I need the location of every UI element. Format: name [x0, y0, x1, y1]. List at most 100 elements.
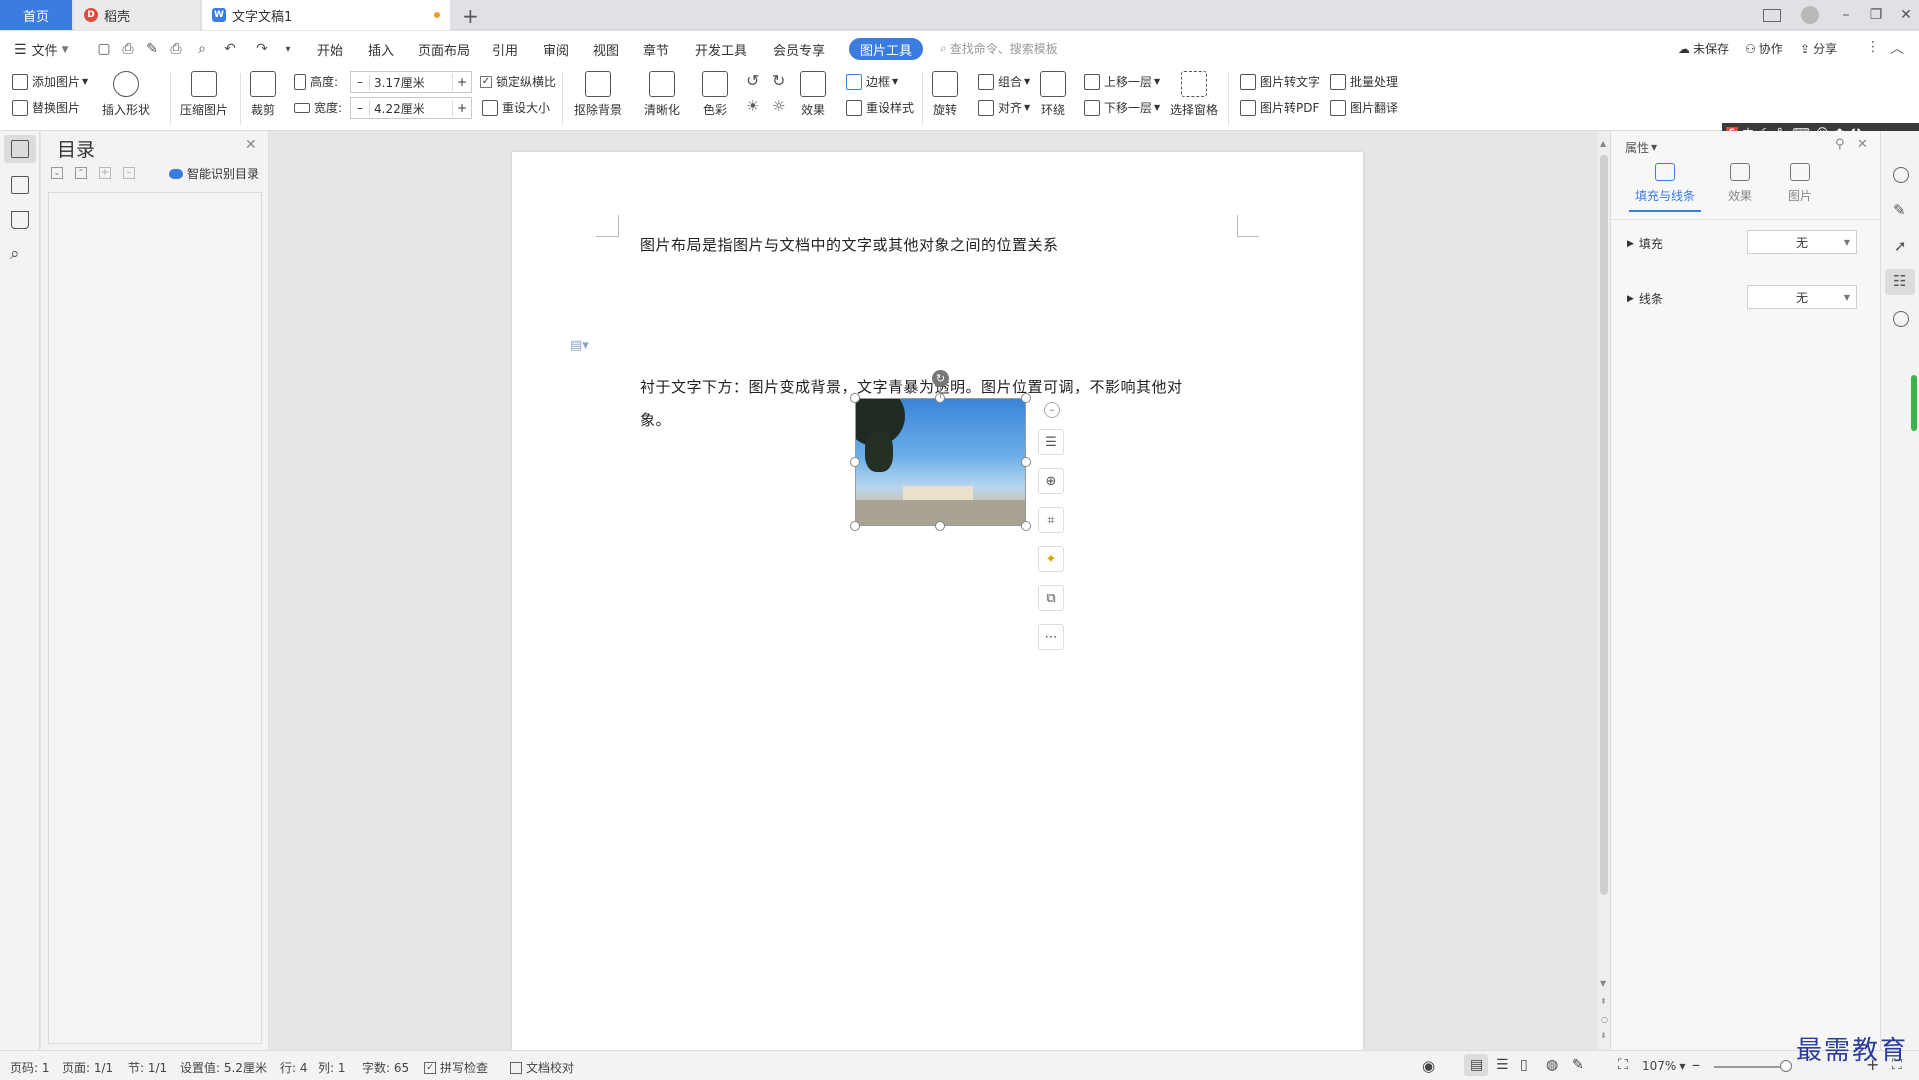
- spell-check-button[interactable]: ✓ 拼写检查: [424, 1059, 488, 1076]
- doc-proof-button[interactable]: 文档校对: [510, 1059, 574, 1076]
- status-pages[interactable]: 页面: 1/1: [62, 1059, 113, 1076]
- status-word-count[interactable]: 字数: 65: [362, 1059, 409, 1076]
- tab-effects[interactable]: 效果: [1715, 163, 1765, 211]
- tab-home[interactable]: 首页: [0, 0, 72, 30]
- resize-handle[interactable]: [850, 521, 860, 531]
- menu-item-2[interactable]: 页面布局: [418, 40, 470, 59]
- close-icon[interactable]: ✕: [1857, 137, 1868, 152]
- scroll-down-icon[interactable]: ▼: [1600, 979, 1606, 988]
- menu-item-7[interactable]: 开发工具: [695, 40, 747, 59]
- lock-ratio-checkbox[interactable]: ✓ 锁定纵横比: [480, 73, 556, 90]
- width-stepper[interactable]: – 4.22厘米 +: [350, 97, 472, 119]
- more-options-icon[interactable]: ⋯: [1038, 624, 1064, 650]
- menu-item-3[interactable]: 引用: [492, 40, 518, 59]
- scrollbar-thumb[interactable]: [1600, 155, 1608, 895]
- menu-item-1[interactable]: 插入: [368, 40, 394, 59]
- eye-protection-icon[interactable]: ◉: [1422, 1057, 1435, 1075]
- vertical-scrollbar[interactable]: ▲ ▼ ⇞ ○ ⇟: [1598, 131, 1610, 1050]
- remove-bg-button[interactable]: 抠除背景: [574, 71, 622, 118]
- menu-item-6[interactable]: 章节: [643, 40, 669, 59]
- wrap-button[interactable]: 环绕: [1040, 71, 1066, 118]
- unsaved-status[interactable]: ☁ 未保存: [1678, 40, 1729, 57]
- sharpen-button[interactable]: 清晰化: [644, 71, 680, 118]
- expand-all-icon[interactable]: ⌄: [51, 167, 63, 179]
- align-button[interactable]: 对齐 ▼: [978, 99, 1030, 116]
- pic-translate-button[interactable]: 图片翻译: [1330, 99, 1398, 116]
- replace-picture-button[interactable]: 替换图片: [12, 99, 80, 116]
- border-button[interactable]: 边框 ▼: [846, 73, 898, 90]
- zoom-picture-icon[interactable]: ⊕: [1038, 468, 1064, 494]
- select-cursor-icon[interactable]: ➚: [1894, 237, 1907, 255]
- height-minus-icon[interactable]: –: [351, 75, 369, 89]
- style-icon[interactable]: [1893, 167, 1909, 183]
- file-menu[interactable]: ☰ 文件 ▼: [14, 40, 69, 60]
- print-preview-icon[interactable]: ⌕: [193, 40, 211, 58]
- collapse-ribbon-icon[interactable]: ︿: [1890, 38, 1904, 58]
- brightness-up-icon[interactable]: ☀: [746, 97, 759, 115]
- crop-button[interactable]: 裁剪: [250, 71, 276, 118]
- width-plus-icon[interactable]: +: [453, 101, 471, 115]
- resize-handle[interactable]: [1021, 457, 1031, 467]
- format-painter-icon[interactable]: ✎: [143, 40, 161, 58]
- insert-shape-button[interactable]: 插入形状: [102, 71, 150, 118]
- reading-view-icon[interactable]: ▯: [1520, 1057, 1528, 1073]
- undo-icon[interactable]: ↶: [221, 40, 239, 58]
- layout-options-icon[interactable]: ☰: [1038, 429, 1064, 455]
- toc-list[interactable]: [48, 192, 262, 1044]
- close-window-icon[interactable]: ✕: [1888, 0, 1919, 30]
- zoom-out-icon[interactable]: –: [1692, 1055, 1700, 1074]
- properties-title[interactable]: 属性 ▼: [1625, 139, 1657, 156]
- send-backward-button[interactable]: 下移一层 ▼: [1084, 99, 1160, 116]
- brightness-down-icon[interactable]: ☼: [772, 97, 785, 115]
- pic-to-text-button[interactable]: 图片转文字: [1240, 73, 1320, 90]
- paragraph-2-line-2[interactable]: 象。: [640, 409, 671, 430]
- paragraph-options-icon[interactable]: ▤▾: [570, 338, 589, 353]
- collapse-all-icon[interactable]: ⌃: [75, 167, 87, 179]
- effects-button[interactable]: 效果: [800, 71, 826, 118]
- reset-style-button[interactable]: 重设样式: [846, 99, 914, 116]
- tab-document[interactable]: W 文字文稿1: [202, 0, 450, 30]
- toc-nav-icon[interactable]: [11, 140, 29, 158]
- select-browse-icon[interactable]: ○: [1601, 1015, 1608, 1024]
- resize-handle[interactable]: [850, 457, 860, 467]
- menu-item-0[interactable]: 开始: [317, 40, 343, 59]
- quick-access-dropdown-icon[interactable]: ▾: [279, 40, 297, 58]
- add-picture-button[interactable]: 添加图片 ▼: [12, 73, 88, 90]
- resize-handle[interactable]: [935, 521, 945, 531]
- status-col[interactable]: 列: 1: [318, 1059, 346, 1076]
- pic-to-pdf-button[interactable]: 图片转PDF: [1240, 99, 1319, 116]
- help-icon[interactable]: [1893, 311, 1909, 327]
- resize-handle[interactable]: [1021, 393, 1031, 403]
- write-mode-icon[interactable]: ✎: [1572, 1057, 1584, 1073]
- resize-handle[interactable]: [850, 393, 860, 403]
- print-icon[interactable]: ⎙: [167, 40, 185, 58]
- line-dropdown[interactable]: 无 ▼: [1747, 285, 1857, 309]
- color-button[interactable]: 色彩: [702, 71, 728, 118]
- crop-picture-icon[interactable]: ⌗: [1038, 507, 1064, 533]
- pin-icon[interactable]: ⚲: [1835, 137, 1845, 152]
- collab-button[interactable]: ⚇ 协作: [1745, 40, 1783, 57]
- rotate-handle-icon[interactable]: ↻: [932, 370, 949, 387]
- menu-item-8[interactable]: 会员专享: [773, 40, 825, 59]
- menu-item-5[interactable]: 视图: [593, 40, 619, 59]
- idea-bulb-icon[interactable]: ✦: [1038, 546, 1064, 572]
- height-stepper[interactable]: – 3.17厘米 +: [350, 71, 472, 93]
- status-setting[interactable]: 设置值: 5.2厘米: [180, 1059, 267, 1076]
- tab-fill-line[interactable]: 填充与线条: [1625, 163, 1705, 211]
- command-search[interactable]: ⌕ 查找命令、搜索模板: [940, 40, 1058, 57]
- reset-size-button[interactable]: 重设大小: [482, 99, 550, 116]
- document-area[interactable]: 图片布局是指图片与文档中的文字或其他对象之间的位置关系 ▤▾ 衬于文字下方：图片…: [270, 131, 1598, 1050]
- batch-process-button[interactable]: 批量处理: [1330, 73, 1398, 90]
- group-button[interactable]: 组合 ▼: [978, 73, 1030, 90]
- share-button[interactable]: ⇪ 分享: [1800, 40, 1837, 57]
- selection-pane-button[interactable]: 选择窗格: [1170, 71, 1218, 118]
- paragraph-2-line-1[interactable]: 衬于文字下方：图片变成背景，文字青暴为透明。图片位置可调，不影响其他对: [640, 376, 1183, 397]
- scroll-up-icon[interactable]: ▲: [1600, 139, 1606, 148]
- height-value[interactable]: 3.17厘米: [369, 73, 453, 91]
- outline-view-icon[interactable]: ☰: [1496, 1057, 1509, 1073]
- collapse-toolbar-icon[interactable]: –: [1044, 402, 1060, 418]
- tab-picture[interactable]: 图片: [1775, 163, 1825, 211]
- web-view-icon[interactable]: ◍: [1546, 1057, 1558, 1073]
- status-page-code[interactable]: 页码: 1: [10, 1059, 50, 1076]
- width-value[interactable]: 4.22厘米: [369, 99, 453, 117]
